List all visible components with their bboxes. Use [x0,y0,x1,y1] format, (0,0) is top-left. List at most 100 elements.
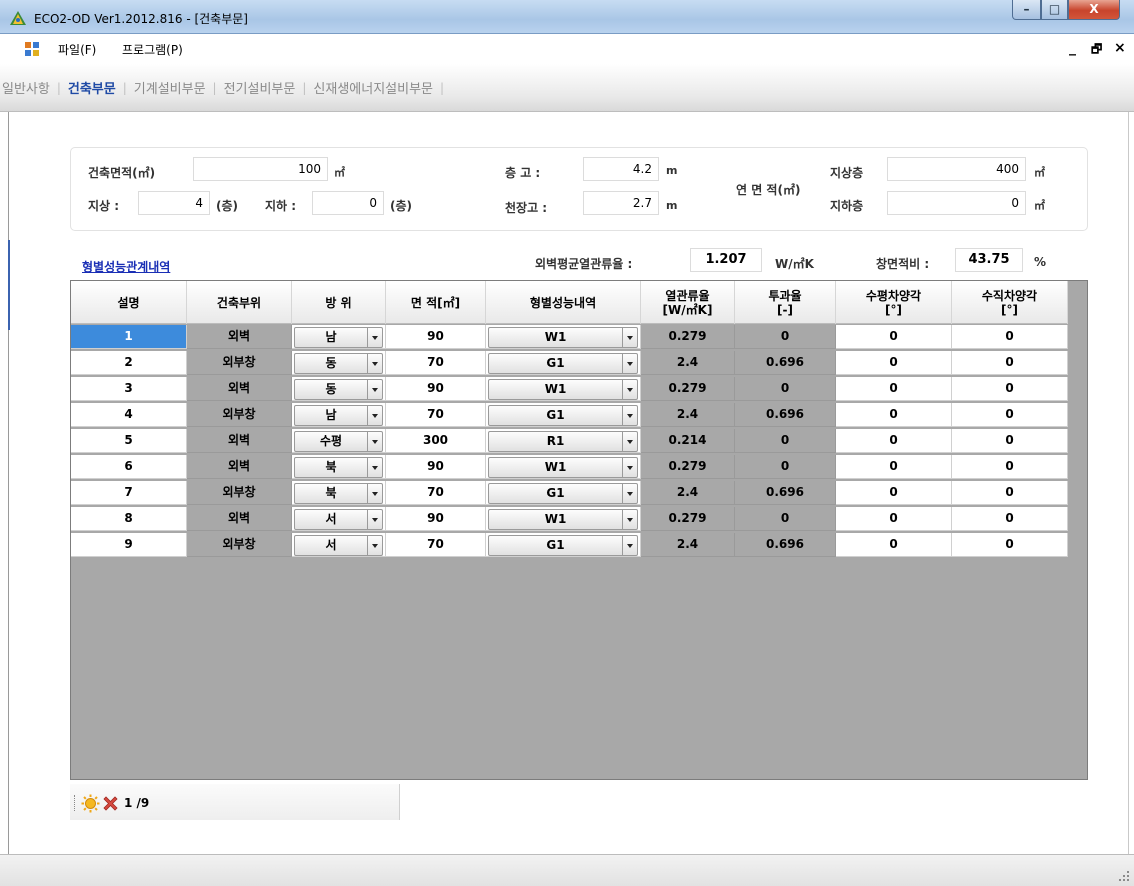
header-h-shade[interactable]: 수평차양각 [°] [836,281,952,324]
orientation-dropdown[interactable]: 서 [294,509,383,530]
table-row[interactable]: 5 외벽 수평 300 R1 0.214 0 0 0 [71,429,1068,453]
header-u-value[interactable]: 열관류율 [W/㎡K] [641,281,735,324]
table-row[interactable]: 8 외벽 서 90 W1 0.279 0 0 0 [71,507,1068,531]
cell-v-shade[interactable]: 0 [952,325,1068,349]
chevron-down-icon[interactable] [367,432,382,451]
cell-index[interactable]: 5 [71,429,187,453]
orientation-dropdown[interactable]: 북 [294,483,383,504]
table-row[interactable]: 6 외벽 북 90 W1 0.279 0 0 0 [71,455,1068,479]
above-floors-field[interactable]: 4 [138,191,210,215]
cell-index[interactable]: 8 [71,507,187,531]
cell-h-shade[interactable]: 0 [836,481,952,505]
sun-add-icon[interactable] [81,794,100,813]
mdi-minimize-button[interactable]: _ [1069,40,1076,56]
menu-program[interactable]: 프로그램(P) [122,41,183,58]
orientation-dropdown[interactable]: 수평 [294,431,383,452]
cell-v-shade[interactable]: 0 [952,351,1068,375]
cell-area[interactable]: 70 [386,481,486,505]
performance-dropdown[interactable]: G1 [488,483,638,504]
chevron-down-icon[interactable] [622,536,637,555]
window-menu-icon[interactable] [25,42,39,56]
cell-index[interactable]: 9 [71,533,187,557]
cell-index[interactable]: 4 [71,403,187,427]
cell-h-shade[interactable]: 0 [836,351,952,375]
performance-dropdown[interactable]: W1 [488,509,638,530]
cell-v-shade[interactable]: 0 [952,507,1068,531]
cell-area[interactable]: 90 [386,325,486,349]
ceiling-height-field[interactable]: 2.7 [583,191,659,215]
chevron-down-icon[interactable] [367,380,382,399]
tab-electrical[interactable]: 전기설비부문 [222,78,298,97]
cell-v-shade[interactable]: 0 [952,403,1068,427]
header-area[interactable]: 면 적[㎡] [386,281,486,324]
menu-file[interactable]: 파일(F) [58,41,96,58]
chevron-down-icon[interactable] [367,406,382,425]
orientation-dropdown[interactable]: 남 [294,327,383,348]
chevron-down-icon[interactable] [367,484,382,503]
tab-renewable[interactable]: 신재생에너지설비부문 [311,78,435,97]
header-performance[interactable]: 형별성능내역 [486,281,641,324]
tab-architecture[interactable]: 건축부문 [66,78,118,97]
maximize-button[interactable]: □ [1041,0,1068,20]
close-button[interactable]: X [1068,0,1120,20]
chevron-down-icon[interactable] [622,484,637,503]
mdi-restore-button[interactable]: 🗗 [1091,40,1102,61]
chevron-down-icon[interactable] [622,510,637,529]
chevron-down-icon[interactable] [622,432,637,451]
tab-mechanical[interactable]: 기계설비부문 [132,78,208,97]
red-x-delete-icon[interactable] [101,794,120,813]
cell-area[interactable]: 90 [386,455,486,479]
chevron-down-icon[interactable] [622,354,637,373]
table-row[interactable]: 3 외벽 동 90 W1 0.279 0 0 0 [71,377,1068,401]
cell-area[interactable]: 300 [386,429,486,453]
cell-h-shade[interactable]: 0 [836,455,952,479]
building-area-field[interactable]: 100 [193,157,328,181]
floor-height-field[interactable]: 4.2 [583,157,659,181]
orientation-dropdown[interactable]: 동 [294,353,383,374]
cell-h-shade[interactable]: 0 [836,533,952,557]
cell-h-shade[interactable]: 0 [836,377,952,401]
table-row[interactable]: 4 외부창 남 70 G1 2.4 0.696 0 0 [71,403,1068,427]
above-area-field[interactable]: 400 [887,157,1026,181]
cell-area[interactable]: 90 [386,507,486,531]
header-description[interactable]: 설명 [71,281,187,324]
below-floors-field[interactable]: 0 [312,191,384,215]
performance-relation-link[interactable]: 형별성능관계내역 [82,258,170,275]
performance-dropdown[interactable]: G1 [488,405,638,426]
chevron-down-icon[interactable] [622,328,637,347]
cell-area[interactable]: 70 [386,403,486,427]
header-orientation[interactable]: 방 위 [292,281,386,324]
chevron-down-icon[interactable] [367,536,382,555]
cell-index[interactable]: 6 [71,455,187,479]
chevron-down-icon[interactable] [367,354,382,373]
chevron-down-icon[interactable] [622,458,637,477]
performance-dropdown[interactable]: R1 [488,431,638,452]
table-row[interactable]: 9 외부창 서 70 G1 2.4 0.696 0 0 [71,533,1068,557]
cell-area[interactable]: 90 [386,377,486,401]
header-transmittance[interactable]: 투과율 [-] [735,281,836,324]
orientation-dropdown[interactable]: 남 [294,405,383,426]
performance-dropdown[interactable]: W1 [488,457,638,478]
cell-h-shade[interactable]: 0 [836,325,952,349]
orientation-dropdown[interactable]: 동 [294,379,383,400]
below-area-field[interactable]: 0 [887,191,1026,215]
cell-h-shade[interactable]: 0 [836,403,952,427]
envelope-grid[interactable]: 설명 건축부위 방 위면 적[㎡] 형별성능내역 열관류율 [W/㎡K] 투과율 [-] 수… [70,280,1088,780]
cell-h-shade[interactable]: 0 [836,507,952,531]
cell-area[interactable]: 70 [386,351,486,375]
table-row[interactable]: 7 외부창 북 70 G1 2.4 0.696 0 0 [71,481,1068,505]
cell-h-shade[interactable]: 0 [836,429,952,453]
title-bar[interactable]: ECO2-OD Ver1.2012.816 - [건축부문] – □ X [0,0,1134,34]
cell-index[interactable]: 1 [71,325,187,349]
chevron-down-icon[interactable] [367,328,382,347]
performance-dropdown[interactable]: G1 [488,535,638,556]
cell-index[interactable]: 3 [71,377,187,401]
chevron-down-icon[interactable] [622,380,637,399]
orientation-dropdown[interactable]: 북 [294,457,383,478]
minimize-button[interactable]: – [1012,0,1041,20]
chevron-down-icon[interactable] [367,510,382,529]
table-row[interactable]: 2 외부창 동 70 G1 2.4 0.696 0 0 [71,351,1068,375]
tab-general[interactable]: 일반사항 [0,78,52,97]
performance-dropdown[interactable]: W1 [488,379,638,400]
cell-index[interactable]: 7 [71,481,187,505]
